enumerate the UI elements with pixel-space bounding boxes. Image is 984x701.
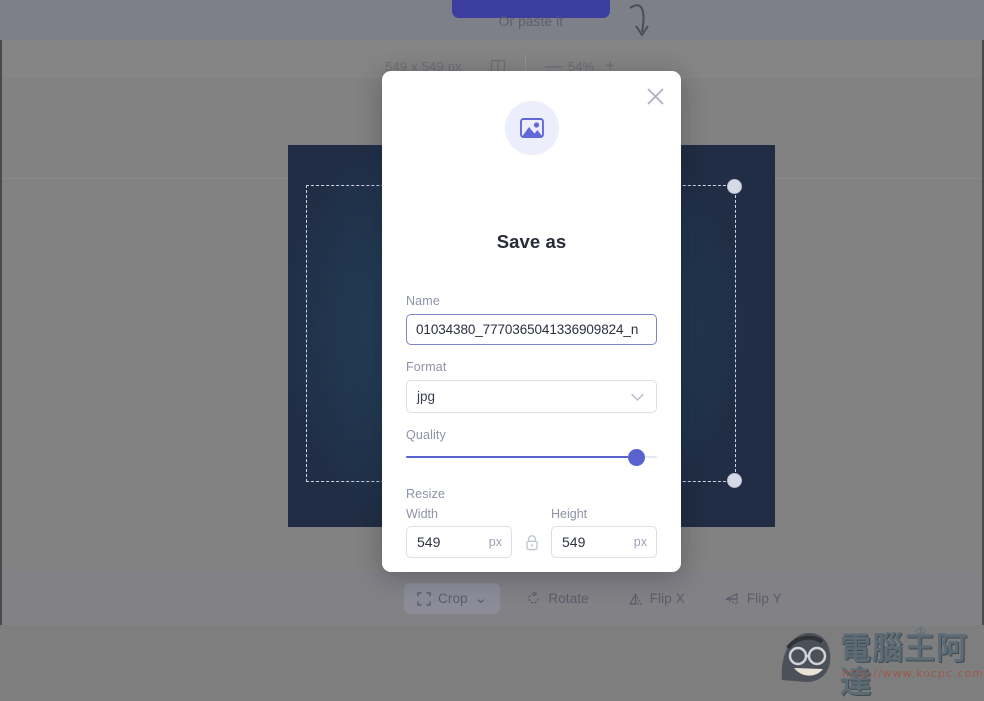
close-icon xyxy=(646,87,664,105)
edit-tools-group: Crop ⌄ Rotate Flip X Flip Y xyxy=(404,583,795,614)
height-group: Height px xyxy=(551,507,657,558)
quality-field-group: Quality xyxy=(406,428,657,466)
tool-rotate-label: Rotate xyxy=(548,591,589,606)
curved-arrow-icon xyxy=(629,4,649,37)
rotate-icon xyxy=(528,591,539,604)
format-value: jpg xyxy=(417,389,436,404)
flip-y-icon xyxy=(725,592,738,605)
lock-closed-icon xyxy=(525,534,538,550)
name-field-group: Name xyxy=(406,294,657,345)
mascot-face-icon xyxy=(781,632,831,682)
save-as-dialog: Save as Name Format jpg Quality Resize W… xyxy=(382,71,681,572)
slider-fill xyxy=(406,456,637,458)
tool-flip-x[interactable]: Flip X xyxy=(615,583,698,614)
dialog-title: Save as xyxy=(496,231,567,252)
watermark: ♔ 電腦王阿達 http://www.kocpc.com.tw xyxy=(778,624,984,700)
width-group: Width px xyxy=(406,507,512,558)
flip-x-icon xyxy=(628,593,642,605)
height-label: Height xyxy=(551,507,588,521)
height-unit: px xyxy=(633,535,647,549)
paste-hint: Or paste it xyxy=(498,14,564,29)
width-input-wrap: px xyxy=(406,526,512,558)
tool-crop[interactable]: Crop ⌄ xyxy=(404,583,501,614)
tool-flip-x-label: Flip X xyxy=(649,591,685,606)
resize-label: Resize xyxy=(406,487,446,501)
close-button[interactable] xyxy=(641,82,669,110)
height-input[interactable] xyxy=(552,534,630,550)
dialog-header-icon xyxy=(504,101,559,155)
watermark-url: http://www.kocpc.com.tw xyxy=(842,667,984,680)
format-select[interactable]: jpg xyxy=(406,380,657,413)
width-unit: px xyxy=(488,535,502,549)
slider-thumb[interactable] xyxy=(628,449,645,466)
aspect-lock-button[interactable] xyxy=(512,526,551,558)
crop-icon xyxy=(417,591,431,606)
name-label: Name xyxy=(406,294,440,308)
width-label: Width xyxy=(406,507,438,521)
watermark-brand: 電腦王阿達 xyxy=(840,631,968,701)
quality-label: Quality xyxy=(406,428,446,442)
quality-slider[interactable] xyxy=(406,448,657,466)
upload-strip: Or paste it xyxy=(0,0,984,40)
tool-crop-label: Crop xyxy=(438,591,468,606)
tool-flip-y[interactable]: Flip Y xyxy=(711,583,795,614)
chevron-down-icon: ⌄ xyxy=(474,589,488,607)
crop-handle-bottom-right[interactable] xyxy=(727,473,742,488)
resize-inputs-row: Width px Height px xyxy=(406,507,657,558)
chevron-down-icon xyxy=(631,393,644,402)
format-field-group: Format jpg xyxy=(406,360,657,413)
height-input-wrap: px xyxy=(551,526,657,558)
tool-flip-y-label: Flip Y xyxy=(746,591,782,606)
name-input[interactable] xyxy=(406,314,657,345)
width-input[interactable] xyxy=(407,534,485,550)
crop-handle-top-right[interactable] xyxy=(727,179,742,194)
image-placeholder-icon xyxy=(519,118,544,138)
tool-rotate[interactable]: Rotate xyxy=(513,583,601,614)
format-label: Format xyxy=(406,360,447,374)
resize-section-label-group: Resize xyxy=(406,487,657,507)
